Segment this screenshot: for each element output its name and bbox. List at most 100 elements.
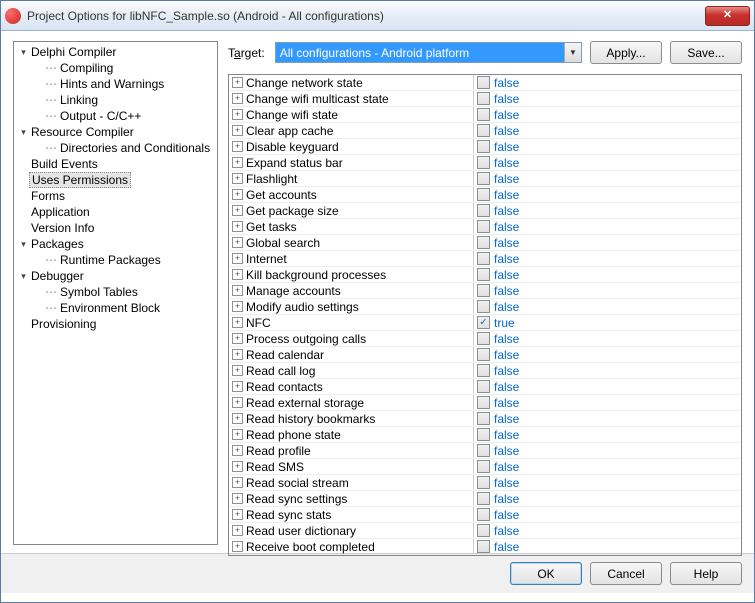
permission-checkbox[interactable] [477,460,490,473]
close-button[interactable]: ✕ [705,6,750,26]
permission-row[interactable]: +Expand status barfalse [229,155,741,171]
permission-checkbox[interactable] [477,524,490,537]
permission-checkbox[interactable] [477,76,490,89]
ok-button[interactable]: OK [510,562,582,585]
expand-plus-icon[interactable]: + [232,125,243,136]
tree-collapse-icon[interactable]: ▾ [18,239,29,250]
expand-plus-icon[interactable]: + [232,205,243,216]
permission-checkbox[interactable] [477,476,490,489]
permission-row[interactable]: +Clear app cachefalse [229,123,741,139]
permission-row[interactable]: +Internetfalse [229,251,741,267]
apply-button[interactable]: Apply... [590,41,662,64]
expand-plus-icon[interactable]: + [232,429,243,440]
permission-row[interactable]: +Kill background processesfalse [229,267,741,283]
permission-checkbox[interactable] [477,332,490,345]
permission-row[interactable]: +Change wifi multicast statefalse [229,91,741,107]
expand-plus-icon[interactable]: + [232,413,243,424]
permission-checkbox[interactable] [477,300,490,313]
permission-checkbox[interactable] [477,140,490,153]
tree-item[interactable]: ⋯Symbol Tables [14,284,217,300]
tree-item[interactable]: Provisioning [14,316,217,332]
permission-row[interactable]: +Read phone statefalse [229,427,741,443]
expand-plus-icon[interactable]: + [232,541,243,552]
expand-plus-icon[interactable]: + [232,221,243,232]
expand-plus-icon[interactable]: + [232,109,243,120]
permission-checkbox[interactable] [477,268,490,281]
tree-item[interactable]: Uses Permissions [14,172,217,188]
permission-row[interactable]: +Read call logfalse [229,363,741,379]
expand-plus-icon[interactable]: + [232,493,243,504]
expand-plus-icon[interactable]: + [232,253,243,264]
permission-checkbox[interactable] [477,108,490,121]
permission-row[interactable]: +Change network statefalse [229,75,741,91]
permission-row[interactable]: +Get package sizefalse [229,203,741,219]
permission-value-cell[interactable]: false [474,75,741,90]
expand-plus-icon[interactable]: + [232,237,243,248]
permission-row[interactable]: +Global searchfalse [229,235,741,251]
tree-item[interactable]: ▾Resource Compiler [14,124,217,140]
expand-plus-icon[interactable]: + [232,349,243,360]
expand-plus-icon[interactable]: + [232,269,243,280]
permission-row[interactable]: +Change wifi statefalse [229,107,741,123]
permission-checkbox[interactable]: ✓ [477,316,490,329]
tree-collapse-icon[interactable]: ▾ [18,47,29,58]
expand-plus-icon[interactable]: + [232,93,243,104]
permission-row[interactable]: +Read sync statsfalse [229,507,741,523]
permission-checkbox[interactable] [477,412,490,425]
tree-item[interactable]: ⋯Output - C/C++ [14,108,217,124]
expand-plus-icon[interactable]: + [232,285,243,296]
permission-checkbox[interactable] [477,348,490,361]
expand-plus-icon[interactable]: + [232,477,243,488]
permission-checkbox[interactable] [477,396,490,409]
permission-row[interactable]: +Read SMSfalse [229,459,741,475]
permission-row[interactable]: +Get accountsfalse [229,187,741,203]
expand-plus-icon[interactable]: + [232,397,243,408]
permission-value-cell[interactable]: false [474,187,741,202]
permission-row[interactable]: +Flashlightfalse [229,171,741,187]
permission-row[interactable]: +Receive boot completedfalse [229,539,741,555]
permission-value-cell[interactable]: ✓true [474,315,741,330]
tree-item[interactable]: ⋯Hints and Warnings [14,76,217,92]
permission-checkbox[interactable] [477,284,490,297]
tree-item[interactable]: ▾Debugger [14,268,217,284]
tree-collapse-icon[interactable]: ▾ [18,127,29,138]
help-button[interactable]: Help [670,562,742,585]
expand-plus-icon[interactable]: + [232,365,243,376]
expand-plus-icon[interactable]: + [232,445,243,456]
expand-plus-icon[interactable]: + [232,381,243,392]
permission-value-cell[interactable]: false [474,459,741,474]
expand-plus-icon[interactable]: + [232,333,243,344]
permission-value-cell[interactable]: false [474,539,741,554]
permission-value-cell[interactable]: false [474,107,741,122]
permission-checkbox[interactable] [477,492,490,505]
expand-plus-icon[interactable]: + [232,141,243,152]
permission-checkbox[interactable] [477,204,490,217]
category-tree[interactable]: ▾Delphi Compiler⋯Compiling⋯Hints and War… [13,41,218,545]
permission-value-cell[interactable]: false [474,203,741,218]
expand-plus-icon[interactable]: + [232,77,243,88]
tree-item[interactable]: Build Events [14,156,217,172]
permission-value-cell[interactable]: false [474,267,741,282]
permission-row[interactable]: +Read profilefalse [229,443,741,459]
permission-row[interactable]: +Read contactsfalse [229,379,741,395]
tree-item[interactable]: ⋯Environment Block [14,300,217,316]
permission-value-cell[interactable]: false [474,155,741,170]
permission-row[interactable]: +Read history bookmarksfalse [229,411,741,427]
save-button[interactable]: Save... [670,41,742,64]
tree-item[interactable]: Forms [14,188,217,204]
permission-row[interactable]: +Read calendarfalse [229,347,741,363]
permission-value-cell[interactable]: false [474,283,741,298]
expand-plus-icon[interactable]: + [232,189,243,200]
permission-checkbox[interactable] [477,380,490,393]
expand-plus-icon[interactable]: + [232,301,243,312]
permission-row[interactable]: +NFC✓true [229,315,741,331]
chevron-down-icon[interactable]: ▼ [564,43,581,62]
permission-value-cell[interactable]: false [474,251,741,266]
permission-row[interactable]: +Process outgoing callsfalse [229,331,741,347]
permission-value-cell[interactable]: false [474,475,741,490]
permission-value-cell[interactable]: false [474,299,741,314]
expand-plus-icon[interactable]: + [232,173,243,184]
expand-plus-icon[interactable]: + [232,509,243,520]
permission-row[interactable]: +Modify audio settingsfalse [229,299,741,315]
tree-item[interactable]: ⋯Linking [14,92,217,108]
